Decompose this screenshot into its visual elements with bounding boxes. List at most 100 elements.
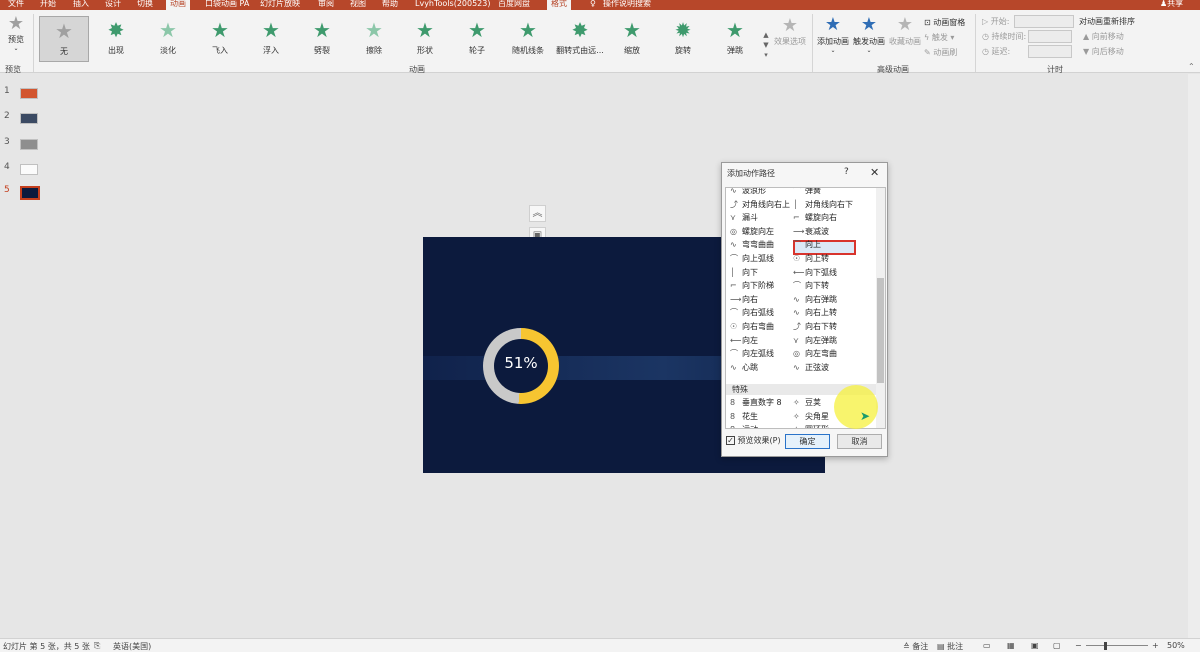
zoom-slider[interactable] — [1086, 645, 1148, 646]
animation-shape[interactable]: ★ 形状 — [400, 16, 450, 62]
animation-appear[interactable]: ✸ 出现 — [91, 16, 141, 62]
delay-input[interactable] — [1028, 45, 1072, 58]
tab-home[interactable]: 开始 — [40, 0, 56, 10]
motion-path-item[interactable]: ⋎ 漏斗 — [730, 212, 758, 223]
cancel-button[interactable]: 取消 — [837, 434, 882, 449]
animation-bounce[interactable]: ★ 弹跳 — [710, 16, 760, 62]
animation-wipe[interactable]: ★ 擦除 — [349, 16, 399, 62]
tab-format[interactable]: 格式 — [547, 0, 571, 10]
animation-random-bars[interactable]: ★ 随机线条 — [503, 16, 553, 62]
notes-button[interactable]: ≙ 备注 — [903, 641, 928, 652]
special-path-item[interactable]: 8 垂直数字 8 — [730, 397, 782, 408]
preview-button[interactable]: ★ 预览 ⌄ — [3, 14, 29, 53]
effect-options-button[interactable]: ★ 效果选项 — [773, 16, 807, 47]
preview-effect-checkbox[interactable]: ✓ 预览效果(P) — [726, 435, 781, 446]
animation-zoom[interactable]: ★ 缩放 — [607, 16, 657, 62]
motion-path-item[interactable]: ⟵向下弧线 — [793, 267, 837, 278]
trigger-button[interactable]: ϟ 触发 ▾ — [924, 32, 954, 43]
add-animation-button[interactable]: ★ 添加动画 ⌄ — [816, 14, 850, 54]
special-path-item[interactable]: 8运动 — [730, 424, 758, 428]
collapse-ribbon-icon[interactable]: ⌃ — [1188, 62, 1195, 71]
progress-donut[interactable]: 51% — [483, 328, 559, 404]
motion-path-item[interactable]: ∿ 向右上转 — [793, 307, 837, 318]
animation-pane-button[interactable]: ⊡ 动画窗格 — [924, 17, 965, 28]
motion-path-item[interactable]: ⌐ 向下阶梯 — [730, 280, 774, 291]
animation-wheel[interactable]: ★ 轮子 — [452, 16, 502, 62]
zoom-out-icon[interactable]: − — [1075, 641, 1082, 650]
help-button[interactable]: ? — [844, 167, 849, 177]
motion-path-item[interactable]: │ 向下 — [730, 267, 758, 278]
motion-path-item-selected[interactable]: ⌒ 向上 — [793, 239, 821, 250]
animation-swivel[interactable]: ✹ 旋转 — [658, 16, 708, 62]
motion-path-item[interactable]: ☉ 向右弯曲 — [730, 321, 774, 332]
animation-float-in[interactable]: ★ 浮入 — [246, 16, 296, 62]
move-earlier-button[interactable]: ▲ 向前移动 — [1083, 31, 1124, 42]
slideshow-icon[interactable]: ▢ — [1053, 641, 1061, 650]
motion-path-item[interactable]: ⤴ 对角线向右上 — [730, 199, 790, 210]
slide-thumbnail[interactable] — [20, 164, 38, 175]
motion-path-item[interactable]: ∿ 心跳 — [730, 362, 758, 373]
motion-path-item[interactable]: ⌒ 向左弧线 — [730, 348, 774, 359]
animation-brush-button[interactable]: ✎ 动画刷 — [924, 47, 957, 58]
tab-slideshow[interactable]: 幻灯片放映 — [260, 0, 300, 10]
duration-input[interactable] — [1028, 30, 1072, 43]
animation-none[interactable]: ★ 无 — [39, 16, 89, 62]
scrollbar-thumb[interactable] — [877, 278, 884, 383]
trigger-animation-button[interactable]: ★ 触发动画 ⌄ — [852, 14, 886, 54]
share-button[interactable]: ♟共享 — [1160, 0, 1183, 10]
tell-me-search[interactable]: 操作说明搜索 — [603, 0, 651, 10]
special-path-item[interactable]: ✧圆环形 — [793, 424, 829, 428]
tab-animations[interactable]: 动画 — [166, 0, 190, 10]
spellcheck-icon[interactable]: ⎘ — [94, 641, 100, 651]
motion-path-item[interactable]: ⌒ 向下转 — [793, 280, 829, 291]
motion-path-item[interactable]: ∿ 波浪形 — [730, 188, 766, 196]
motion-path-item[interactable]: ⟶向右 — [730, 294, 758, 305]
chevron-up-icon[interactable]: ︽ — [529, 205, 546, 222]
collect-animation-button[interactable]: ★ 收藏动画 — [888, 14, 922, 47]
zoom-in-icon[interactable]: + — [1152, 641, 1159, 650]
tab-design[interactable]: 设计 — [105, 0, 121, 10]
animation-grow-turn[interactable]: ✸ 翻转式由远... — [555, 16, 605, 62]
motion-path-item[interactable]: ⌒ 向右弧线 — [730, 307, 774, 318]
zoom-level[interactable]: 50% — [1167, 641, 1185, 650]
language-indicator[interactable]: 英语(美国) — [113, 641, 151, 652]
tab-file[interactable]: 文件 — [8, 0, 24, 10]
slide-sorter-icon[interactable]: ▦ — [1007, 641, 1015, 650]
tab-transitions[interactable]: 切换 — [137, 0, 153, 10]
close-button[interactable]: ✕ — [870, 166, 879, 179]
special-path-item[interactable]: ✧ 豆荚 — [793, 397, 821, 408]
motion-path-item[interactable]: ⟶衰减波 — [793, 226, 829, 237]
special-path-item[interactable]: 8 花生 — [730, 411, 758, 422]
tab-review[interactable]: 审阅 — [318, 0, 334, 10]
motion-path-item[interactable]: ⌒ 向上弧线 — [730, 253, 774, 264]
motion-path-item[interactable]: ∿ 向右弹跳 — [793, 294, 837, 305]
motion-path-item[interactable]: ⤴ 向右下转 — [793, 321, 837, 332]
animation-split[interactable]: ★ 劈裂 — [297, 16, 347, 62]
zoom-slider-handle[interactable] — [1104, 642, 1107, 650]
tab-view[interactable]: 视图 — [350, 0, 366, 10]
motion-path-item[interactable]: ⋎ 向左弹跳 — [793, 335, 837, 346]
animation-fly-in[interactable]: ★ 飞入 — [195, 16, 245, 62]
motion-path-item[interactable]: ☉ 向上转 — [793, 253, 829, 264]
motion-path-item[interactable]: ⟵向左 — [730, 335, 758, 346]
reading-view-icon[interactable]: ▣ — [1031, 641, 1039, 650]
normal-view-icon[interactable]: ▭ — [983, 641, 991, 650]
motion-path-item[interactable]: │ 对角线向右下 — [793, 199, 853, 210]
start-select[interactable] — [1014, 15, 1074, 28]
special-path-item[interactable]: ✧ 尖角星 — [793, 411, 829, 422]
move-later-button[interactable]: ▼ 向后移动 — [1083, 46, 1124, 57]
tab-insert[interactable]: 插入 — [73, 0, 89, 10]
slide-thumbnail[interactable] — [20, 113, 38, 124]
slide-thumbnail-current[interactable] — [20, 186, 40, 200]
tab-lvyhtools[interactable]: LvyhTools(200523) — [415, 0, 490, 10]
vertical-scrollbar[interactable] — [1188, 74, 1200, 638]
motion-path-item[interactable]: ∿ 正弦波 — [793, 362, 829, 373]
slide-thumbnail[interactable] — [20, 139, 38, 150]
comments-button[interactable]: ▤ 批注 — [937, 641, 963, 652]
motion-path-item[interactable]: ∿ 弯弯曲曲 — [730, 239, 774, 250]
motion-path-item[interactable]: ◎ 螺旋向左 — [730, 226, 774, 237]
tab-pocket-animation[interactable]: 口袋动画 PA — [205, 0, 249, 10]
gallery-scroll[interactable]: ▲ ▼ ▾ — [762, 30, 770, 60]
tab-help[interactable]: 帮助 — [382, 0, 398, 10]
list-scrollbar[interactable] — [876, 188, 885, 428]
